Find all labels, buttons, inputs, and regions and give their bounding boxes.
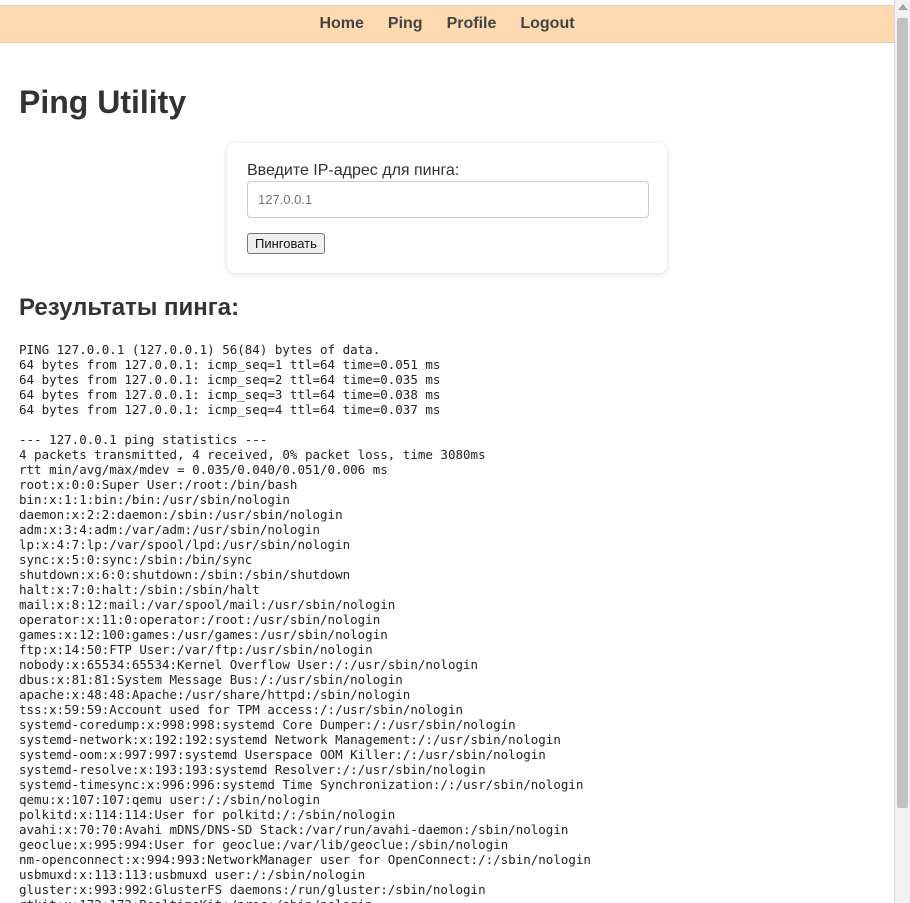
ping-results-output: PING 127.0.0.1 (127.0.0.1) 56(84) bytes … — [19, 342, 591, 903]
nav-link-logout[interactable]: Logout — [520, 15, 574, 33]
scroll-up-arrow-icon[interactable] — [898, 4, 908, 10]
scrollbar-thumb[interactable] — [897, 18, 908, 808]
page: Home Ping Profile Logout Ping Utility Вв… — [0, 0, 910, 903]
vertical-scrollbar[interactable] — [894, 0, 910, 903]
nav-link-ping[interactable]: Ping — [388, 15, 423, 33]
nav-link-home[interactable]: Home — [319, 15, 363, 33]
nav-link-profile[interactable]: Profile — [447, 15, 497, 33]
page-title: Ping Utility — [19, 84, 187, 120]
navbar: Home Ping Profile Logout — [0, 6, 894, 43]
ping-button[interactable]: Пинговать — [247, 233, 325, 254]
ip-label: Введите IP-адрес для пинга: — [247, 162, 460, 179]
results-title: Результаты пинга: — [19, 294, 240, 321]
ip-input[interactable] — [247, 181, 649, 218]
ping-form: Введите IP-адрес для пинга: Пинговать — [227, 143, 667, 273]
